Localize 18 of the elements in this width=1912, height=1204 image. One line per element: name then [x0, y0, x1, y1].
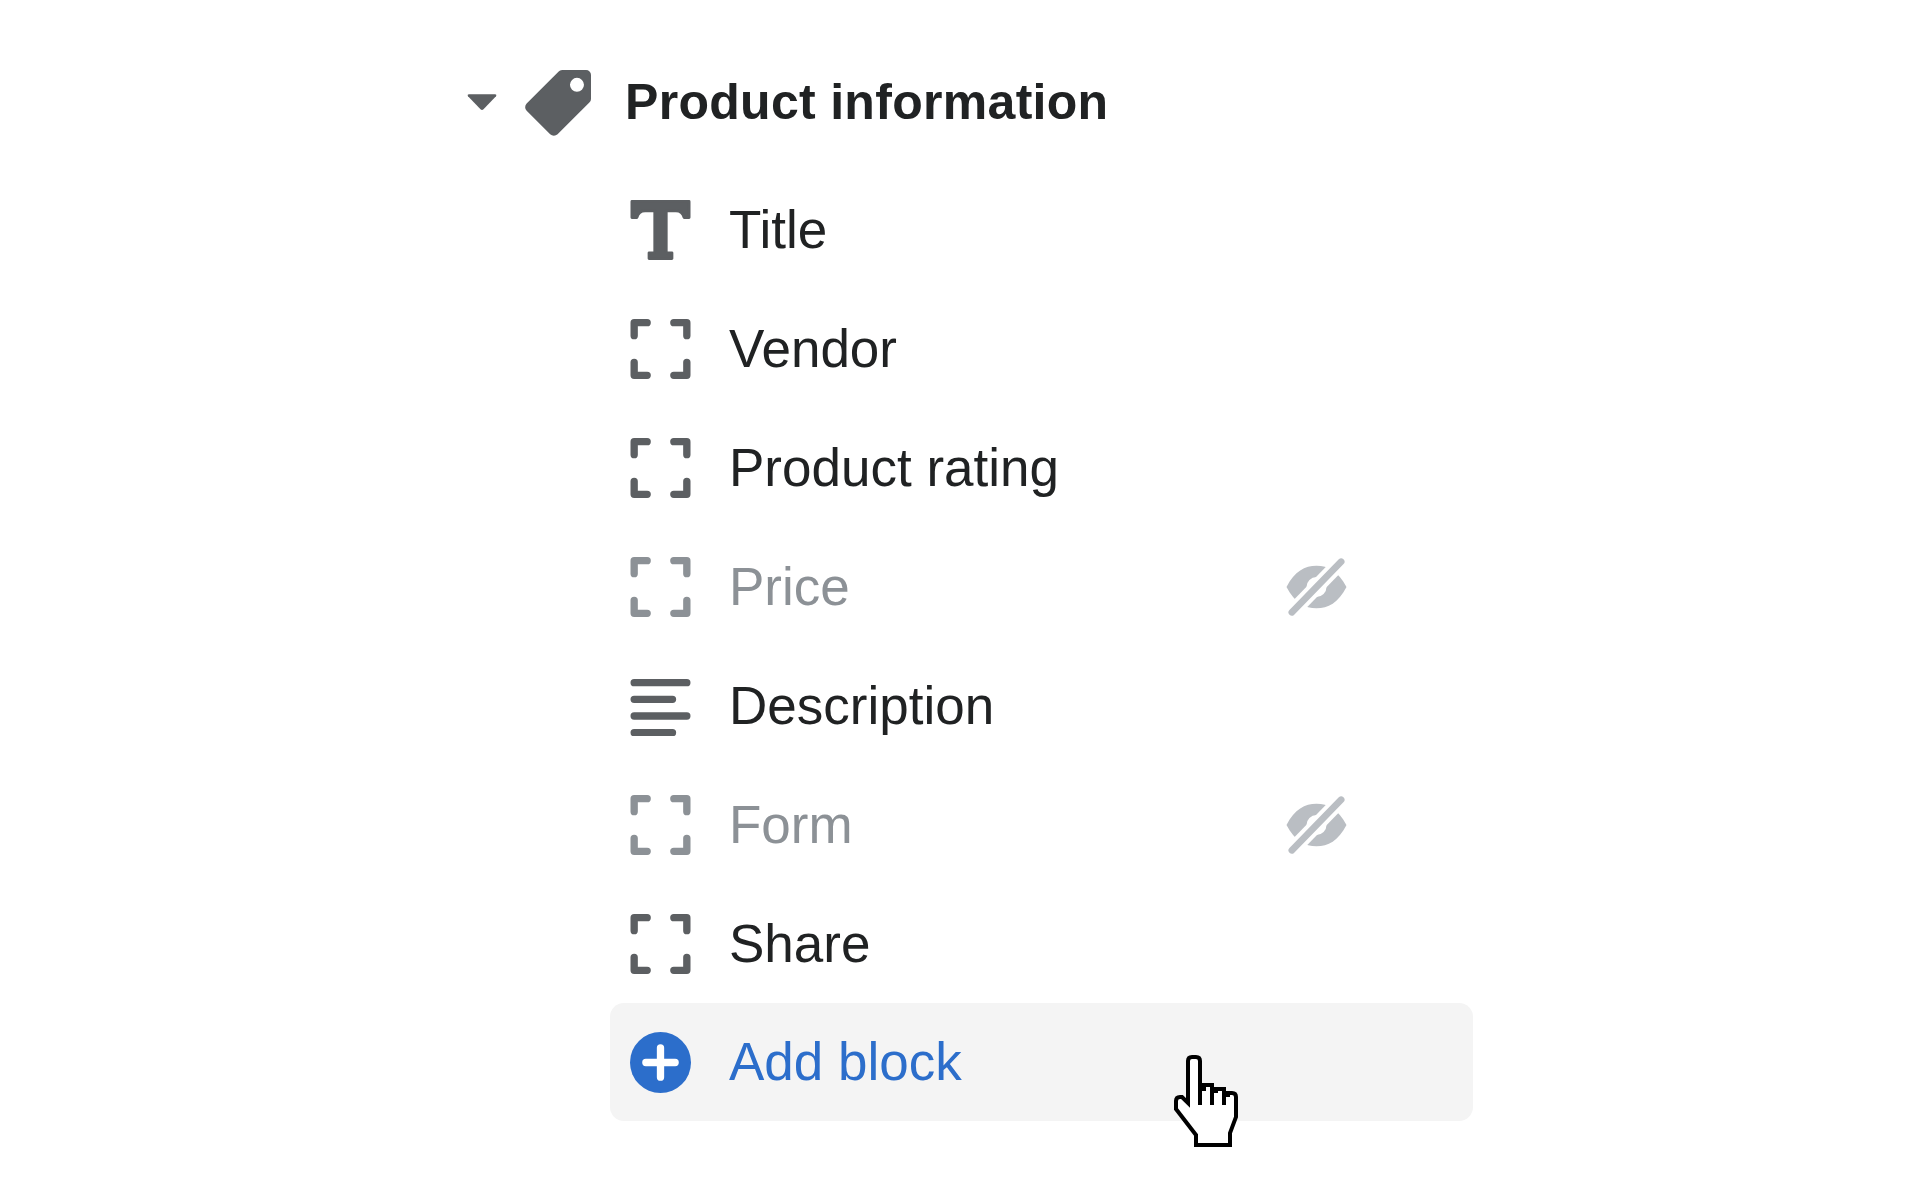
block-list-item[interactable]: Share [610, 884, 1473, 1003]
add-block-button[interactable]: Add block [610, 1003, 1473, 1121]
letter-t-icon [630, 199, 691, 260]
block-list-item[interactable]: Product rating [610, 408, 1473, 527]
block-list-item[interactable]: Title [610, 170, 1473, 289]
dashed-frame-icon [630, 794, 691, 855]
tag-icon [524, 69, 592, 136]
eye-slash-icon [1286, 557, 1347, 616]
dashed-frame-icon [630, 913, 691, 974]
section-header[interactable]: Product information [467, 43, 1109, 162]
hand-cursor-icon [1171, 1055, 1241, 1147]
dashed-frame-icon [630, 437, 691, 498]
dashed-frame-icon [630, 556, 691, 617]
block-list-item[interactable]: Description [610, 646, 1473, 765]
dashed-frame-icon [630, 318, 691, 379]
plus-circle-icon [630, 1031, 691, 1093]
eye-slash-icon [1286, 795, 1347, 854]
block-list-item[interactable]: Vendor [610, 289, 1473, 408]
